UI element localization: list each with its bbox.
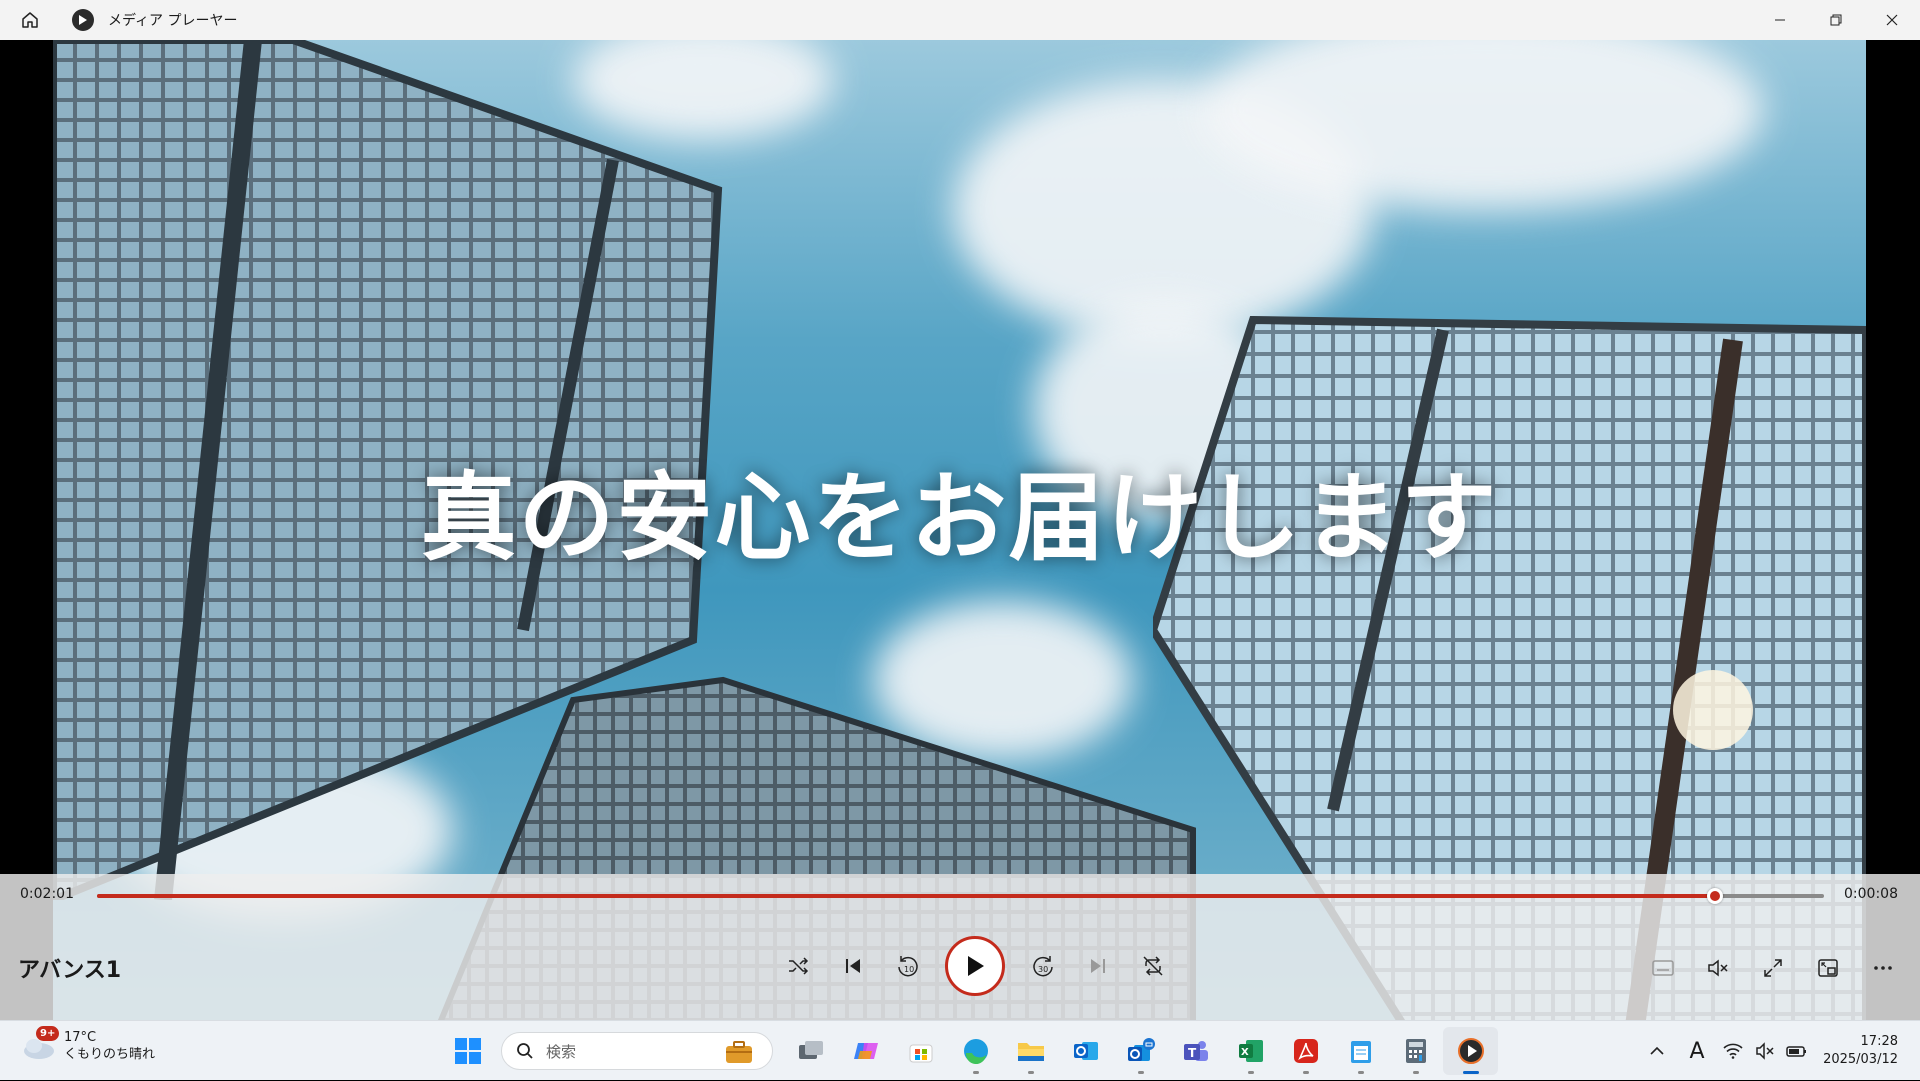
mute-icon — [1707, 958, 1728, 977]
seek-bar-fill — [97, 894, 1716, 898]
new-outlook-app[interactable] — [1113, 1027, 1168, 1075]
remaining-time: 0:00:08 — [1844, 886, 1898, 902]
teams-app[interactable]: T — [1168, 1027, 1223, 1075]
folder-icon — [1017, 1043, 1044, 1061]
edge-icon — [963, 1039, 988, 1065]
calculator-icon — [1405, 1039, 1426, 1063]
chevron-up-icon — [1650, 1046, 1664, 1055]
mini-player-button[interactable] — [1800, 940, 1855, 995]
calculator-app[interactable] — [1388, 1027, 1443, 1075]
clock[interactable]: 17:28 2025/03/12 — [1823, 1033, 1898, 1069]
svg-text:30: 30 — [1038, 965, 1048, 974]
svg-text:T: T — [1188, 1046, 1197, 1060]
copilot-icon — [853, 1043, 878, 1059]
window-title: メディア プレーヤー — [108, 13, 238, 29]
play-icon — [968, 956, 984, 976]
weather-temperature: 17°C — [64, 1030, 97, 1045]
excel-icon: X — [1238, 1040, 1263, 1062]
volume-tray-button[interactable] — [1749, 1021, 1781, 1081]
next-button[interactable] — [1070, 939, 1125, 994]
home-icon — [22, 12, 38, 28]
player-controls: 0:02:01 0:00:08 アバンス1 10 30 — [0, 874, 1920, 1020]
repeat-button[interactable] — [1125, 939, 1180, 994]
ime-indicator[interactable]: A — [1677, 1021, 1717, 1081]
repeat-off-icon — [1142, 956, 1163, 976]
taskbar-search[interactable]: 検索 — [501, 1032, 773, 1070]
svg-text:10: 10 — [904, 965, 914, 974]
search-icon — [517, 1043, 533, 1059]
wifi-button[interactable] — [1717, 1021, 1749, 1081]
restore-icon — [1830, 14, 1842, 26]
media-player-app[interactable] — [1443, 1027, 1498, 1075]
shuffle-icon — [788, 957, 808, 975]
more-options-button[interactable] — [1855, 940, 1910, 995]
show-hidden-icons-button[interactable] — [1637, 1021, 1677, 1081]
video-overlay-caption: 真の安心をお届けします — [420, 462, 1499, 574]
elapsed-time: 0:02:01 — [20, 886, 74, 902]
start-button[interactable] — [440, 1027, 495, 1075]
close-button[interactable] — [1864, 0, 1920, 40]
forward-30-icon: 30 — [1032, 956, 1053, 977]
seek-bar[interactable] — [97, 888, 1824, 904]
weather-widget[interactable]: 9+ 17°C くもりのち晴れ — [22, 1026, 156, 1063]
rewind-10-button[interactable]: 10 — [880, 939, 935, 994]
play-button[interactable] — [945, 936, 1005, 996]
copilot-app[interactable] — [838, 1027, 893, 1075]
taskbar: 9+ 17°C くもりのち晴れ 検索 T X A 17:28 2025/03/1… — [0, 1020, 1920, 1080]
wifi-icon — [1723, 1043, 1743, 1059]
fullscreen-icon — [1763, 958, 1782, 977]
media-player-app-icon — [72, 9, 94, 31]
previous-icon — [845, 959, 860, 973]
previous-button[interactable] — [825, 939, 880, 994]
store-icon — [909, 1044, 932, 1063]
seek-thumb[interactable] — [1707, 888, 1724, 904]
search-placeholder: 検索 — [546, 1042, 577, 1061]
edge-app[interactable] — [948, 1027, 1003, 1075]
next-icon — [1090, 959, 1105, 973]
minimize-button[interactable] — [1752, 0, 1808, 40]
briefcase-icon — [724, 1039, 754, 1069]
task-view-button[interactable] — [783, 1027, 838, 1075]
mini-player-icon — [1817, 958, 1838, 977]
outlook-app[interactable] — [1058, 1027, 1113, 1075]
fullscreen-button[interactable] — [1745, 940, 1800, 995]
forward-30-button[interactable]: 30 — [1015, 939, 1070, 994]
weather-badge: 9+ — [36, 1026, 60, 1041]
volume-button[interactable] — [1690, 940, 1745, 995]
cloudy-sun-icon: 9+ — [22, 1026, 60, 1060]
more-icon — [1873, 965, 1892, 970]
subtitles-icon — [1651, 959, 1674, 976]
clock-date: 2025/03/12 — [1823, 1052, 1898, 1067]
rewind-10-icon: 10 — [897, 956, 918, 977]
close-icon — [1886, 14, 1898, 26]
minimize-icon — [1775, 19, 1785, 21]
outlook-icon — [1073, 1042, 1098, 1060]
title-bar: メディア プレーヤー — [0, 0, 1920, 40]
battery-button[interactable] — [1781, 1021, 1813, 1081]
battery-icon — [1786, 1046, 1807, 1057]
volume-muted-icon — [1756, 1042, 1774, 1060]
acrobat-icon — [1293, 1039, 1318, 1063]
windows-logo-icon — [454, 1038, 481, 1064]
weather-condition: くもりのち晴れ — [64, 1047, 156, 1062]
notepad-app[interactable] — [1333, 1027, 1388, 1075]
subtitles-button[interactable] — [1635, 940, 1690, 995]
new-outlook-icon — [1127, 1038, 1155, 1061]
media-player-icon — [1457, 1038, 1484, 1064]
acrobat-app[interactable] — [1278, 1027, 1333, 1075]
svg-text:X: X — [1241, 1047, 1249, 1058]
clock-time: 17:28 — [1860, 1034, 1898, 1049]
store-app[interactable] — [893, 1027, 948, 1075]
teams-icon: T — [1183, 1041, 1208, 1061]
excel-app[interactable]: X — [1223, 1027, 1278, 1075]
task-view-icon — [798, 1041, 823, 1059]
home-button[interactable] — [10, 0, 50, 40]
track-title: アバンス1 — [18, 958, 122, 983]
restore-button[interactable] — [1808, 0, 1864, 40]
shuffle-button[interactable] — [770, 939, 825, 994]
file-explorer-app[interactable] — [1003, 1027, 1058, 1075]
notepad-icon — [1350, 1041, 1371, 1063]
